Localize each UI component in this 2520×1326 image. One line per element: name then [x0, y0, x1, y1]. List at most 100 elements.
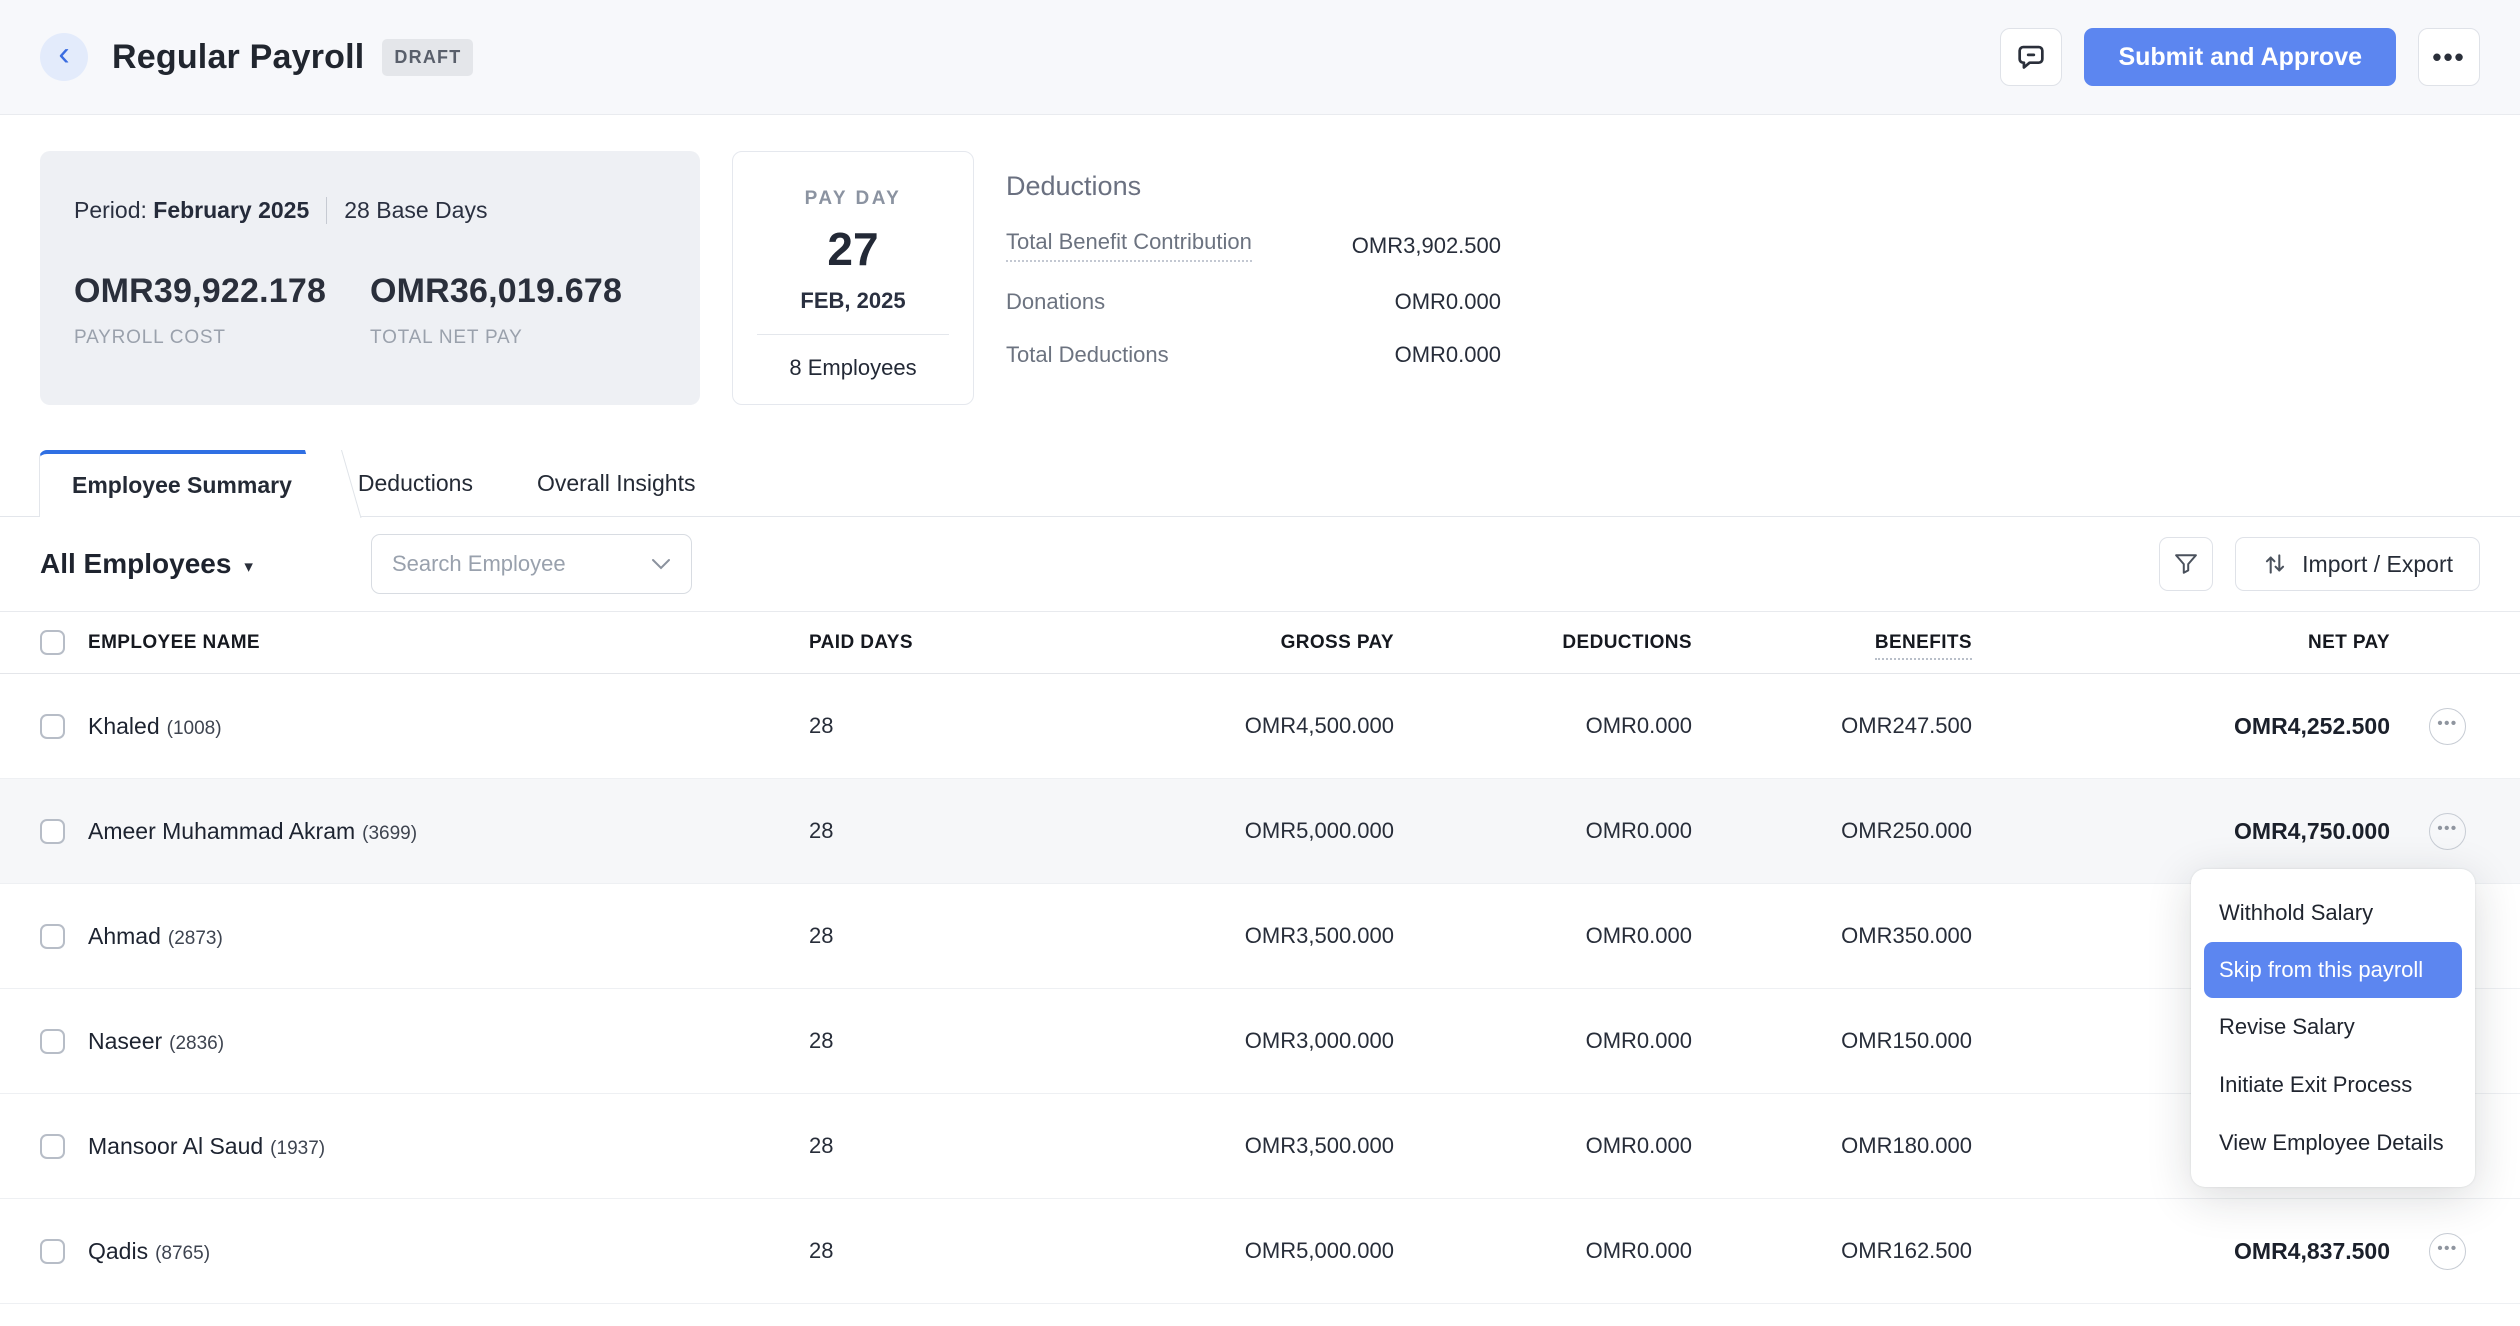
filter-icon	[2172, 550, 2200, 578]
employee-name-cell[interactable]: Naseer(2836)	[88, 1028, 809, 1055]
paid-days-cell: 28	[809, 1133, 1097, 1159]
employee-filter-dropdown[interactable]: All Employees ▾	[40, 548, 253, 580]
column-header-net-pay: NET PAY	[1972, 632, 2390, 654]
deductions-cell: OMR0.000	[1394, 713, 1692, 739]
table-row: Ahmad(2873) 28 OMR3,500.000 OMR0.000 OMR…	[0, 884, 2520, 989]
table-row: Naseer(2836) 28 OMR3,000.000 OMR0.000 OM…	[0, 989, 2520, 1094]
search-employee-input[interactable]: Search Employee	[371, 534, 692, 594]
tab-employee-summary[interactable]: Employee Summary	[39, 450, 326, 517]
employee-name-cell[interactable]: Khaled(1008)	[88, 713, 809, 740]
context-menu-item-skip-from-this-payroll[interactable]: Skip from this payroll	[2204, 942, 2462, 998]
select-all-checkbox[interactable]	[40, 630, 65, 655]
row-context-menu: Withhold Salary Skip from this payroll R…	[2191, 869, 2475, 1187]
employee-name-cell[interactable]: Qadis(8765)	[88, 1238, 809, 1265]
pay-day-date: 27	[757, 222, 949, 276]
caret-down-icon: ▾	[244, 557, 253, 577]
employee-name-cell[interactable]: Ameer Muhammad Akram(3699)	[88, 818, 809, 845]
benefits-cell: OMR250.000	[1692, 818, 1972, 844]
chevron-down-icon	[651, 558, 671, 570]
page-title: Regular Payroll	[112, 38, 364, 77]
row-checkbox[interactable]	[40, 819, 65, 844]
employee-table: EMPLOYEE NAME PAID DAYS GROSS PAY DEDUCT…	[0, 612, 2520, 1304]
import-export-icon	[2262, 550, 2288, 578]
table-row: Mansoor Al Saud(1937) 28 OMR3,500.000 OM…	[0, 1094, 2520, 1199]
gross-pay-cell: OMR3,500.000	[1097, 923, 1394, 949]
total-net-pay-block: OMR36,019.678 TOTAL NET PAY	[370, 272, 666, 349]
context-menu-item-view-employee-details[interactable]: View Employee Details	[2191, 1114, 2475, 1172]
pay-day-card: PAY DAY 27 FEB, 2025 8 Employees	[732, 151, 974, 405]
payroll-cost-label: PAYROLL COST	[74, 327, 370, 349]
row-actions-button[interactable]: •••	[2429, 813, 2466, 850]
row-actions-button[interactable]: •••	[2429, 1233, 2466, 1270]
row-checkbox[interactable]	[40, 924, 65, 949]
table-row: Khaled(1008) 28 OMR4,500.000 OMR0.000 OM…	[0, 674, 2520, 779]
payroll-cost-block: OMR39,922.178 PAYROLL COST	[74, 272, 370, 349]
deductions-cell: OMR0.000	[1394, 1028, 1692, 1054]
column-header-gross-pay: GROSS PAY	[1097, 632, 1394, 654]
column-header-employee-name: EMPLOYEE NAME	[88, 632, 809, 654]
import-export-button[interactable]: Import / Export	[2235, 537, 2480, 591]
period-label: Period: February 2025	[74, 197, 309, 224]
gross-pay-cell: OMR5,000.000	[1097, 818, 1394, 844]
context-menu-item-revise-salary[interactable]: Revise Salary	[2191, 998, 2475, 1056]
table-toolbar: All Employees ▾ Search Employee Import /…	[0, 517, 2520, 612]
summary-amounts: OMR39,922.178 PAYROLL COST OMR36,019.678…	[74, 272, 666, 349]
deduction-summary-row: Donations OMR0.000	[1006, 289, 1501, 315]
context-menu-item-initiate-exit-process[interactable]: Initiate Exit Process	[2191, 1056, 2475, 1114]
gross-pay-cell: OMR3,000.000	[1097, 1028, 1394, 1054]
deductions-summary: Deductions Total Benefit Contribution OM…	[1006, 151, 1501, 405]
context-menu-item-withhold-salary[interactable]: Withhold Salary	[2191, 884, 2475, 942]
employee-name-cell[interactable]: Ahmad(2873)	[88, 923, 809, 950]
deductions-rows: Total Benefit Contribution OMR3,902.500 …	[1006, 229, 1501, 368]
divider	[757, 334, 949, 335]
comments-button[interactable]	[2000, 28, 2062, 86]
deductions-heading: Deductions	[1006, 171, 1501, 202]
total-net-pay-value: OMR36,019.678	[370, 272, 666, 311]
pay-day-label: PAY DAY	[757, 188, 949, 210]
payroll-summary: Period: February 2025 28 Base Days OMR39…	[0, 115, 2520, 405]
benefits-cell: OMR150.000	[1692, 1028, 1972, 1054]
benefits-cell: OMR162.500	[1692, 1238, 1972, 1264]
deductions-cell: OMR0.000	[1394, 1133, 1692, 1159]
import-export-label: Import / Export	[2302, 551, 2453, 578]
total-net-pay-label: TOTAL NET PAY	[370, 327, 666, 349]
row-checkbox[interactable]	[40, 1134, 65, 1159]
employee-filter-label: All Employees	[40, 548, 231, 580]
filter-button[interactable]	[2159, 537, 2213, 591]
paid-days-cell: 28	[809, 1238, 1097, 1264]
gross-pay-cell: OMR3,500.000	[1097, 1133, 1394, 1159]
base-days: 28 Base Days	[344, 197, 487, 224]
submit-and-approve-button[interactable]: Submit and Approve	[2084, 28, 2396, 86]
deductions-cell: OMR0.000	[1394, 1238, 1692, 1264]
more-options-button[interactable]: •••	[2418, 28, 2480, 86]
column-header-paid-days: PAID DAYS	[809, 632, 1097, 654]
deductions-cell: OMR0.000	[1394, 818, 1692, 844]
deductions-cell: OMR0.000	[1394, 923, 1692, 949]
period-line: Period: February 2025 28 Base Days	[74, 197, 666, 224]
payroll-cost-value: OMR39,922.178	[74, 272, 370, 311]
benefits-cell: OMR350.000	[1692, 923, 1972, 949]
table-row: Qadis(8765) 28 OMR5,000.000 OMR0.000 OMR…	[0, 1199, 2520, 1304]
status-badge: DRAFT	[382, 39, 473, 76]
column-header-deductions: DEDUCTIONS	[1394, 632, 1692, 654]
tab-bar: Employee Summary Deductions Overall Insi…	[0, 450, 2520, 517]
net-pay-cell: OMR4,750.000	[1972, 818, 2390, 845]
paid-days-cell: 28	[809, 713, 1097, 739]
net-pay-cell: OMR4,837.500	[1972, 1238, 2390, 1265]
deduction-summary-row: Total Deductions OMR0.000	[1006, 342, 1501, 368]
benefits-cell: OMR180.000	[1692, 1133, 1972, 1159]
row-checkbox[interactable]	[40, 1029, 65, 1054]
paid-days-cell: 28	[809, 818, 1097, 844]
row-checkbox[interactable]	[40, 714, 65, 739]
tab-overall-insights[interactable]: Overall Insights	[505, 450, 728, 516]
period-value: February 2025	[153, 197, 309, 223]
employee-name-cell[interactable]: Mansoor Al Saud(1937)	[88, 1133, 809, 1160]
back-button[interactable]: ‹	[40, 33, 88, 81]
table-header-row: EMPLOYEE NAME PAID DAYS GROSS PAY DEDUCT…	[0, 612, 2520, 674]
row-checkbox[interactable]	[40, 1239, 65, 1264]
row-actions-button[interactable]: •••	[2429, 708, 2466, 745]
pay-day-month-year: FEB, 2025	[757, 288, 949, 314]
column-header-benefits: BENEFITS	[1692, 632, 1972, 654]
toolbar-actions: Import / Export	[2159, 537, 2480, 591]
benefits-cell: OMR247.500	[1692, 713, 1972, 739]
